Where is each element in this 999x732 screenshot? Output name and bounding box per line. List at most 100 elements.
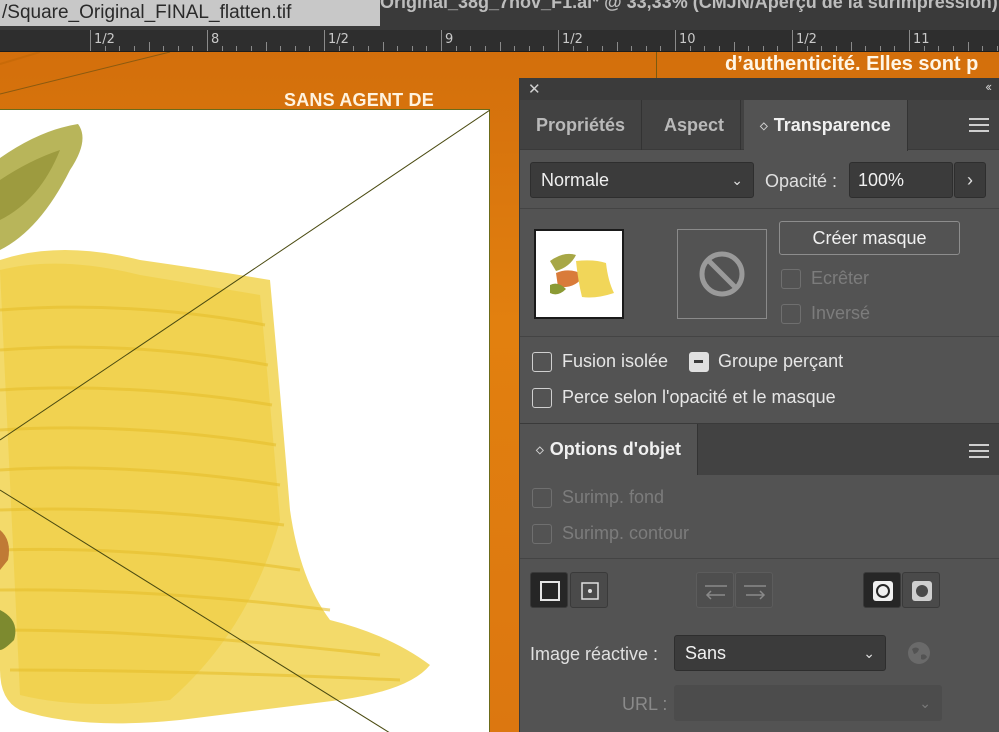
overprint-fill-checkbox[interactable]	[532, 488, 552, 508]
ruler-label: 10	[679, 32, 696, 47]
url-input[interactable]: ⌄	[674, 685, 942, 721]
separator	[520, 336, 999, 337]
square-outline-icon	[540, 581, 560, 601]
ruler-minor-tick	[938, 46, 940, 51]
circle-outline-button[interactable]	[863, 572, 901, 608]
invert-mask-checkbox[interactable]	[781, 304, 801, 324]
clip-checkbox[interactable]	[781, 269, 801, 289]
ruler-label: 1/2	[94, 32, 115, 47]
tab-transparency[interactable]: ◇ Transparence	[744, 100, 908, 151]
ruler-minor-tick	[733, 42, 735, 51]
collapse-icon[interactable]: ‹‹	[985, 79, 992, 94]
ruler-major-tick	[792, 30, 793, 51]
globe-icon[interactable]	[906, 640, 932, 671]
mask-placeholder[interactable]	[677, 229, 767, 319]
align-left-arrow-icon	[705, 585, 727, 600]
knockout-group-checkbox[interactable]	[689, 352, 709, 372]
ruler-minor-tick	[397, 46, 399, 51]
tab-aspect[interactable]: Aspect	[648, 100, 742, 150]
square-dot-button[interactable]	[570, 572, 608, 608]
ruler-major-tick	[324, 30, 325, 51]
ruler-minor-tick	[265, 42, 267, 51]
opacity-input[interactable]: 100%	[849, 162, 953, 198]
ruler-minor-tick	[967, 42, 969, 51]
ruler-label: 11	[913, 32, 930, 47]
chevron-down-icon: ⌄	[731, 172, 743, 188]
opacity-arrow-button[interactable]: ›	[954, 162, 986, 198]
opacity-mask-knockout-checkbox[interactable]	[532, 388, 552, 408]
ruler-minor-tick	[367, 46, 369, 51]
separator	[520, 558, 999, 559]
tab-object-options-label: Options d'objet	[549, 439, 681, 459]
ruler-minor-tick	[952, 46, 954, 51]
section-menu-icon[interactable]	[969, 444, 989, 458]
guide-line	[656, 52, 657, 79]
ruler-minor-tick	[718, 46, 720, 51]
ruler-minor-tick	[163, 46, 165, 51]
chip-photo[interactable]	[0, 109, 490, 732]
close-icon[interactable]: ✕	[528, 80, 541, 98]
ruler-major-tick	[90, 30, 91, 51]
image-map-label: Image réactive :	[530, 644, 659, 664]
ruler-minor-tick	[762, 46, 764, 51]
ruler-minor-tick	[631, 46, 633, 51]
ruler-minor-tick	[470, 46, 472, 51]
transparency-panel: ✕ ‹‹ Propriétés Aspect ◇ Transparence Nor…	[519, 78, 999, 732]
ruler-minor-tick	[177, 46, 179, 51]
image-map-select[interactable]: Sans ⌄	[674, 635, 886, 671]
ruler-minor-tick	[353, 46, 355, 51]
tab-properties[interactable]: Propriétés	[520, 100, 643, 150]
object-options-header: ◇ Options d'objet	[520, 423, 999, 475]
ruler-minor-tick	[455, 46, 457, 51]
circle-outline-icon	[873, 581, 893, 601]
ruler-minor-tick	[689, 46, 691, 51]
blend-mode-select[interactable]: Normale ⌄	[530, 162, 754, 198]
ruler-label: 1/2	[796, 32, 817, 47]
ruler-minor-tick	[499, 42, 501, 51]
ruler-minor-tick	[236, 46, 238, 51]
ruler-minor-tick	[104, 46, 106, 51]
frame-corner-lines	[0, 52, 171, 95]
ruler-minor-tick	[879, 46, 881, 51]
ruler-minor-tick	[982, 46, 984, 51]
url-label: URL :	[622, 694, 668, 714]
ruler-minor-tick	[250, 46, 252, 51]
align-left-button[interactable]	[696, 572, 734, 608]
chevron-down-icon: ⌄	[919, 695, 931, 711]
ruler-minor-tick	[280, 46, 282, 51]
reorder-arrows-icon: ◇	[760, 121, 768, 132]
panel-menu-icon[interactable]	[969, 118, 989, 132]
square-dot-icon	[581, 582, 599, 600]
ruler-major-tick	[675, 30, 676, 51]
side-text: SANS AGENT DE	[284, 90, 434, 110]
ruler-major-tick	[558, 30, 559, 51]
create-mask-button[interactable]: Créer masque	[779, 221, 960, 255]
tab-object-options[interactable]: ◇ Options d'objet	[520, 424, 698, 475]
panel-tabs: Propriétés Aspect ◇ Transparence	[520, 100, 999, 151]
ruler-minor-tick	[382, 42, 384, 51]
ruler-minor-tick	[426, 46, 428, 51]
ruler-minor-tick	[148, 42, 150, 51]
ruler-label: 8	[211, 32, 220, 47]
ruler-minor-tick	[850, 42, 852, 51]
chevron-down-icon: ⌄	[863, 645, 875, 661]
ruler-minor-tick	[514, 46, 516, 51]
circle-filled-button[interactable]	[902, 572, 940, 608]
ruler-minor-tick	[821, 46, 823, 51]
file-tab[interactable]: /Square_Original_FINAL_flatten.tif	[0, 0, 380, 26]
opacity-label: Opacité :	[765, 171, 838, 191]
overprint-fill-label: Surimp. fond	[562, 487, 665, 507]
ruler-minor-tick	[221, 46, 223, 51]
square-outline-button[interactable]	[530, 572, 568, 608]
isolate-blending-checkbox[interactable]	[532, 352, 552, 372]
ruler-minor-tick	[587, 46, 589, 51]
ruler-minor-tick	[309, 46, 311, 51]
overprint-stroke-checkbox[interactable]	[532, 524, 552, 544]
align-right-button[interactable]	[735, 572, 773, 608]
ruler-minor-tick	[572, 46, 574, 51]
horizontal-ruler[interactable]: 1/2 8 1/2 9 1/2 10 1/2 11	[0, 30, 999, 52]
title-bar: Original_38g_7nov_F1.ai* @ 33,33% (CMJN/…	[0, 0, 999, 30]
ruler-label: 1/2	[562, 32, 583, 47]
ruler-minor-tick	[616, 42, 618, 51]
artwork-thumbnail[interactable]	[534, 229, 624, 319]
